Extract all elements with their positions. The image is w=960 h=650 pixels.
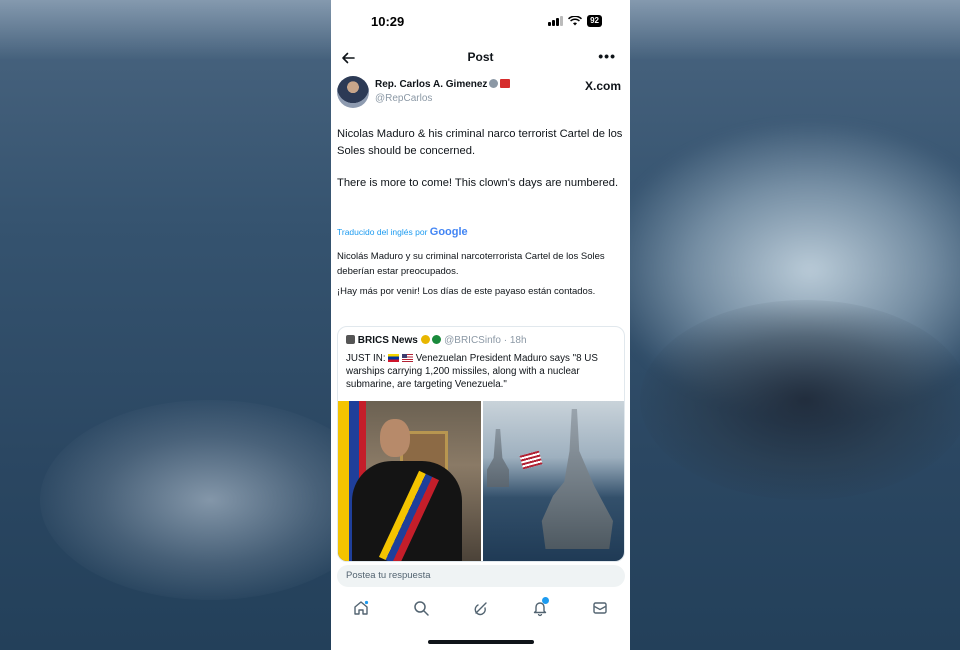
grok-icon[interactable] <box>472 599 490 617</box>
brics-avatar-icon <box>346 335 355 344</box>
post-text: Nicolas Maduro & his criminal narco terr… <box>337 126 625 208</box>
phone-screen: 10:29 92 Post ••• Rep. Carlos A. Gimenez… <box>331 0 630 650</box>
battery-icon: 92 <box>587 15 602 27</box>
quoted-post[interactable]: BRICS News @BRICSinfo · 18h JUST IN: Ven… <box>337 326 625 562</box>
wifi-icon <box>568 16 583 26</box>
home-icon[interactable] <box>352 599 370 617</box>
affiliate-badge-icon <box>432 335 442 344</box>
verified-badge-icon <box>489 79 499 88</box>
notifications-icon[interactable] <box>531 597 549 617</box>
status-bar: 10:29 92 <box>331 0 630 44</box>
translated-paragraph: ¡Hay más por venir! Los días de este pay… <box>337 286 596 297</box>
us-flag-icon <box>402 354 414 362</box>
translation-attribution[interactable]: Traducido del inglés por Google <box>337 226 468 238</box>
top-nav: Post ••• <box>331 44 630 72</box>
gold-badge-icon <box>420 335 430 344</box>
quoted-post-text: JUST IN: Venezuelan President Maduro say… <box>346 352 620 391</box>
reply-placeholder: Postea tu respuesta <box>346 570 431 581</box>
quoted-author-handle: @BRICSinfo <box>444 335 501 346</box>
reply-input[interactable]: Postea tu respuesta <box>337 565 625 587</box>
status-icons: 92 <box>548 15 602 27</box>
warship-photo[interactable] <box>483 401 624 561</box>
translation-label: Traducido del inglés por <box>337 227 428 237</box>
avatar[interactable] <box>337 76 369 108</box>
quoted-post-time: 18h <box>509 335 527 346</box>
more-options-icon[interactable]: ••• <box>598 48 616 64</box>
quoted-post-header: BRICS News @BRICSinfo · 18h <box>346 335 527 346</box>
signal-icon <box>548 16 564 26</box>
home-indicator <box>428 640 534 644</box>
quoted-prefix: JUST IN: <box>346 353 386 364</box>
post-paragraph: There is more to come! This clown's days… <box>337 177 619 189</box>
bottom-tab-bar <box>331 596 630 624</box>
post-paragraph: Nicolas Maduro & his criminal narco terr… <box>337 128 623 157</box>
author-handle: @RepCarlos <box>375 93 433 104</box>
quoted-author-name: BRICS News <box>357 335 418 346</box>
x-logo-badge: X.com <box>584 79 621 93</box>
search-icon[interactable] <box>412 599 430 617</box>
notification-dot <box>542 597 549 604</box>
affiliation-badge-icon <box>500 79 511 88</box>
page-title: Post <box>467 50 494 64</box>
post-author: Rep. Carlos A. Gimenez @RepCarlos X.com <box>337 76 627 110</box>
maduro-photo[interactable] <box>338 401 481 561</box>
translated-text: Nicolás Maduro y su criminal narcoterror… <box>337 249 625 304</box>
translated-paragraph: Nicolás Maduro y su criminal narcoterror… <box>337 251 605 277</box>
author-name-text: Rep. Carlos A. Gimenez <box>375 79 488 90</box>
messages-icon[interactable] <box>591 599 609 617</box>
venezuela-flag-icon <box>388 354 400 362</box>
google-logo: Google <box>429 226 468 238</box>
status-time: 10:29 <box>371 14 405 29</box>
author-name[interactable]: Rep. Carlos A. Gimenez <box>375 79 511 90</box>
